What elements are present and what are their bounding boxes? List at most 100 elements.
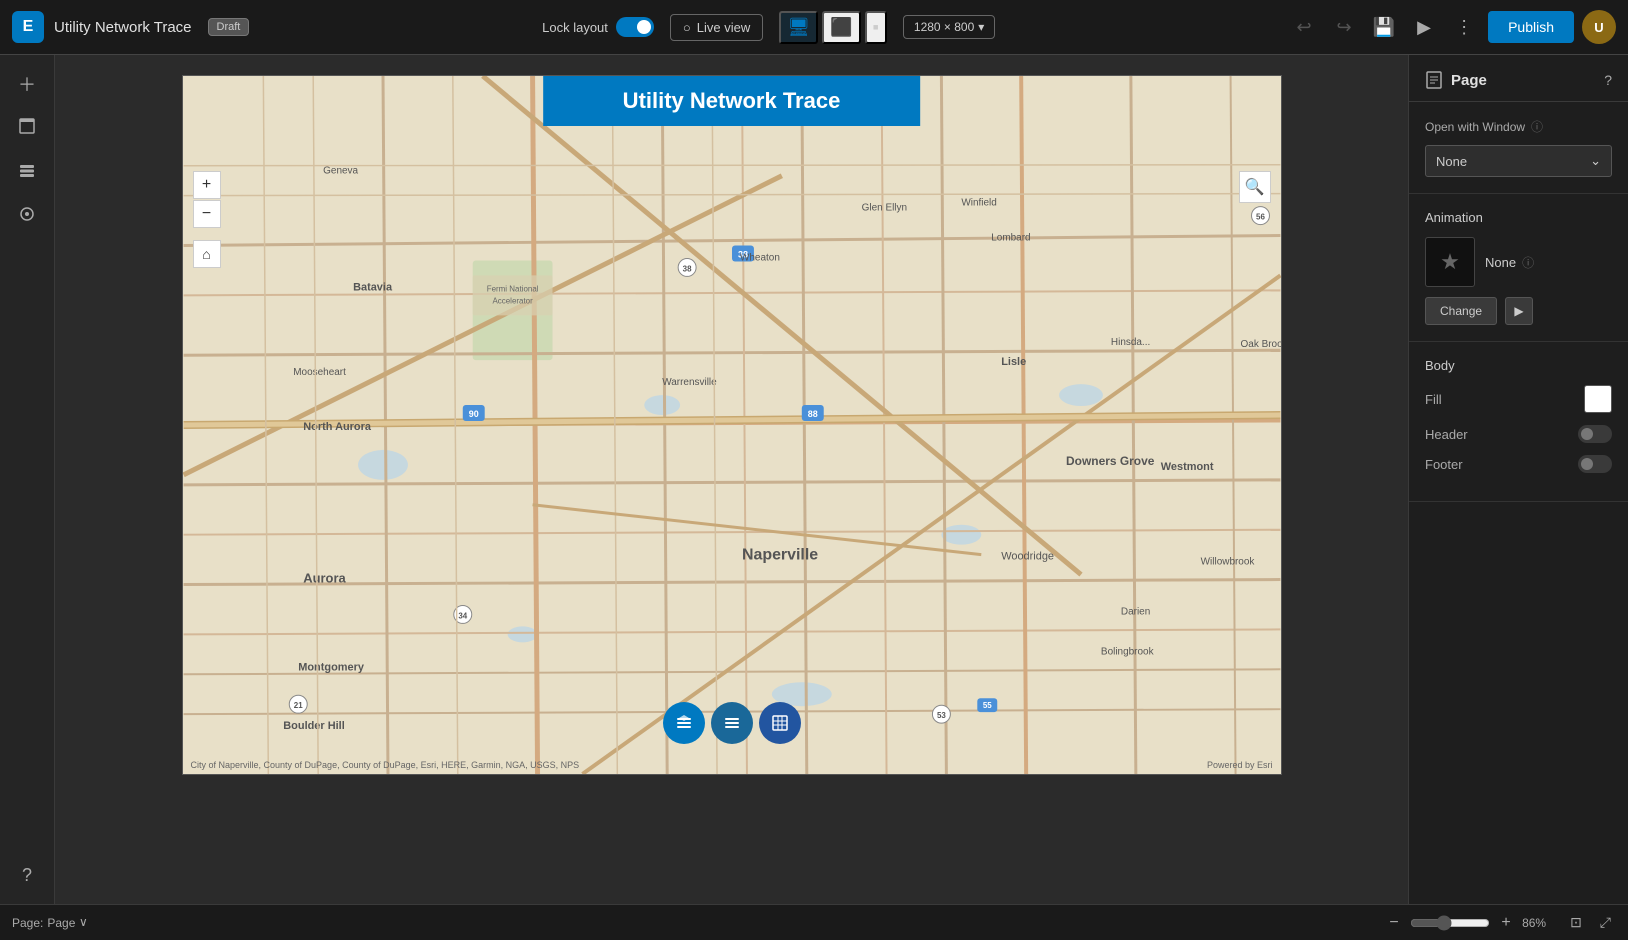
fullscreen-button[interactable]: ⤢	[1595, 911, 1616, 934]
footer-toggle[interactable]	[1578, 455, 1612, 473]
save-button[interactable]: 💾	[1368, 11, 1400, 43]
right-panel-header: Page ?	[1409, 55, 1628, 102]
canvas-area[interactable]: 90 88 38 Batavia Mooseheart North Aurora…	[55, 55, 1408, 904]
zoom-in-button[interactable]: +	[193, 171, 221, 199]
fill-row: Fill	[1425, 385, 1612, 413]
help-button[interactable]: ?	[8, 856, 46, 894]
svg-text:38: 38	[682, 264, 691, 273]
bottom-bar: Page: Page ∧ − + 86% ⊡ ⤢	[0, 904, 1628, 940]
svg-text:Warrensville: Warrensville	[662, 377, 717, 388]
zoom-minus-button[interactable]: −	[1382, 911, 1406, 935]
right-panel: Page ? Open with Window ⓘ None ⌄ Animati…	[1408, 55, 1628, 904]
svg-text:Winfield: Winfield	[961, 198, 996, 209]
svg-text:Fermi National: Fermi National	[486, 284, 538, 293]
footer-label: Footer	[1425, 457, 1463, 472]
resolution-button[interactable]: 1280 × 800 ▾	[903, 15, 995, 39]
play-animation-button[interactable]: ▶	[1505, 297, 1533, 325]
animation-info-icon: ⓘ	[1522, 254, 1534, 271]
draft-badge: Draft	[208, 18, 250, 36]
change-button[interactable]: Change	[1425, 297, 1497, 325]
animation-preview: ★ None ⓘ	[1425, 237, 1612, 287]
map-container: 90 88 38 Batavia Mooseheart North Aurora…	[182, 75, 1282, 775]
svg-text:Westmont: Westmont	[1160, 461, 1213, 473]
animation-section: Animation ★ None ⓘ Change ▶	[1409, 194, 1628, 342]
fit-view-button[interactable]: ⊡	[1565, 911, 1587, 934]
svg-text:Glen Ellyn: Glen Ellyn	[861, 203, 906, 214]
add-button[interactable]: ＋	[8, 65, 46, 103]
avatar[interactable]: U	[1582, 10, 1616, 44]
map-search-button[interactable]: 🔍	[1239, 171, 1271, 203]
app-logo: E	[12, 11, 44, 43]
svg-text:Geneva: Geneva	[323, 166, 358, 177]
map-banner: Utility Network Trace	[543, 76, 921, 126]
svg-text:34: 34	[458, 611, 467, 620]
device-icons: 🖥 ⬛ ▪	[779, 11, 887, 44]
topbar-center: Lock layout ○ Live view 🖥 ⬛ ▪ 1280 × 800…	[259, 11, 1278, 44]
open-with-window-label: Open with Window ⓘ	[1425, 118, 1612, 135]
info-icon: ⓘ	[1531, 118, 1543, 135]
layers-toolbar-button[interactable]	[663, 702, 705, 744]
widgets-icon	[17, 204, 37, 229]
animation-name: None ⓘ	[1485, 254, 1612, 271]
desktop-icon[interactable]: 🖥	[779, 11, 818, 44]
undo-button[interactable]: ↩	[1288, 11, 1320, 43]
zoom-slider[interactable]	[1410, 915, 1490, 931]
play-icon: ▶	[1514, 304, 1523, 318]
zoom-controls: − + 86%	[1382, 911, 1557, 935]
map-home-button[interactable]: ⌂	[193, 240, 221, 268]
lock-layout-group: Lock layout	[542, 17, 654, 37]
animation-thumbnail: ★	[1425, 237, 1475, 287]
svg-text:55: 55	[982, 701, 991, 710]
layers-icon	[17, 160, 37, 185]
fill-color-swatch[interactable]	[1584, 385, 1612, 413]
star-icon: ★	[1440, 249, 1460, 275]
svg-text:Willowbrook: Willowbrook	[1200, 557, 1254, 568]
app-title: Utility Network Trace	[54, 19, 192, 36]
svg-text:Downers Grove: Downers Grove	[1066, 454, 1155, 468]
left-sidebar: ＋	[0, 55, 55, 904]
redo-button[interactable]: ↪	[1328, 11, 1360, 43]
table-toolbar-button[interactable]	[759, 702, 801, 744]
add-icon: ＋	[18, 71, 36, 97]
chevron-down-icon: ▾	[978, 20, 984, 34]
svg-text:Boulder Hill: Boulder Hill	[283, 720, 344, 732]
page-indicator[interactable]: Page: Page ∧	[12, 916, 88, 930]
svg-text:Wheaton: Wheaton	[739, 252, 779, 263]
svg-text:Woodridge: Woodridge	[1001, 551, 1054, 563]
list-toolbar-button[interactable]	[711, 702, 753, 744]
body-label: Body	[1425, 358, 1612, 373]
fit-icon: ⊡	[1570, 914, 1582, 930]
redo-icon: ↪	[1337, 17, 1352, 38]
more-button[interactable]: ⋮	[1448, 11, 1480, 43]
dropdown-chevron-icon: ⌄	[1590, 153, 1601, 169]
phone-icon[interactable]: ▪	[865, 11, 887, 44]
lock-layout-toggle[interactable]	[616, 17, 654, 37]
window-dropdown[interactable]: None ⌄	[1425, 145, 1612, 177]
right-panel-help-icon[interactable]: ?	[1604, 72, 1612, 88]
pages-button[interactable]	[8, 109, 46, 147]
zoom-plus-button[interactable]: +	[1494, 911, 1518, 935]
more-icon: ⋮	[1455, 17, 1473, 38]
page-chevron-icon: ∧	[79, 916, 88, 930]
circle-icon: ○	[683, 20, 691, 35]
widgets-button[interactable]	[8, 197, 46, 235]
header-row: Header	[1425, 425, 1612, 443]
svg-text:88: 88	[807, 409, 817, 419]
lock-layout-label: Lock layout	[542, 20, 608, 35]
svg-text:Bolingbrook: Bolingbrook	[1100, 646, 1153, 657]
header-label: Header	[1425, 427, 1468, 442]
svg-text:Mooseheart: Mooseheart	[293, 367, 346, 378]
fill-label: Fill	[1425, 392, 1442, 407]
header-toggle[interactable]	[1578, 425, 1612, 443]
svg-text:Batavia: Batavia	[353, 281, 393, 293]
layers-button[interactable]	[8, 153, 46, 191]
publish-button[interactable]: Publish	[1488, 11, 1574, 43]
bottom-bar-right: − + 86% ⊡ ⤢	[1382, 911, 1616, 935]
svg-text:Montgomery: Montgomery	[298, 661, 365, 673]
preview-button[interactable]: ▶	[1408, 11, 1440, 43]
undo-icon: ↩	[1297, 17, 1312, 38]
zoom-out-button[interactable]: −	[193, 200, 221, 228]
map-attribution: City of Naperville, County of DuPage, Co…	[191, 760, 580, 770]
live-view-button[interactable]: ○ Live view	[670, 14, 763, 41]
tablet-icon[interactable]: ⬛	[822, 11, 860, 44]
